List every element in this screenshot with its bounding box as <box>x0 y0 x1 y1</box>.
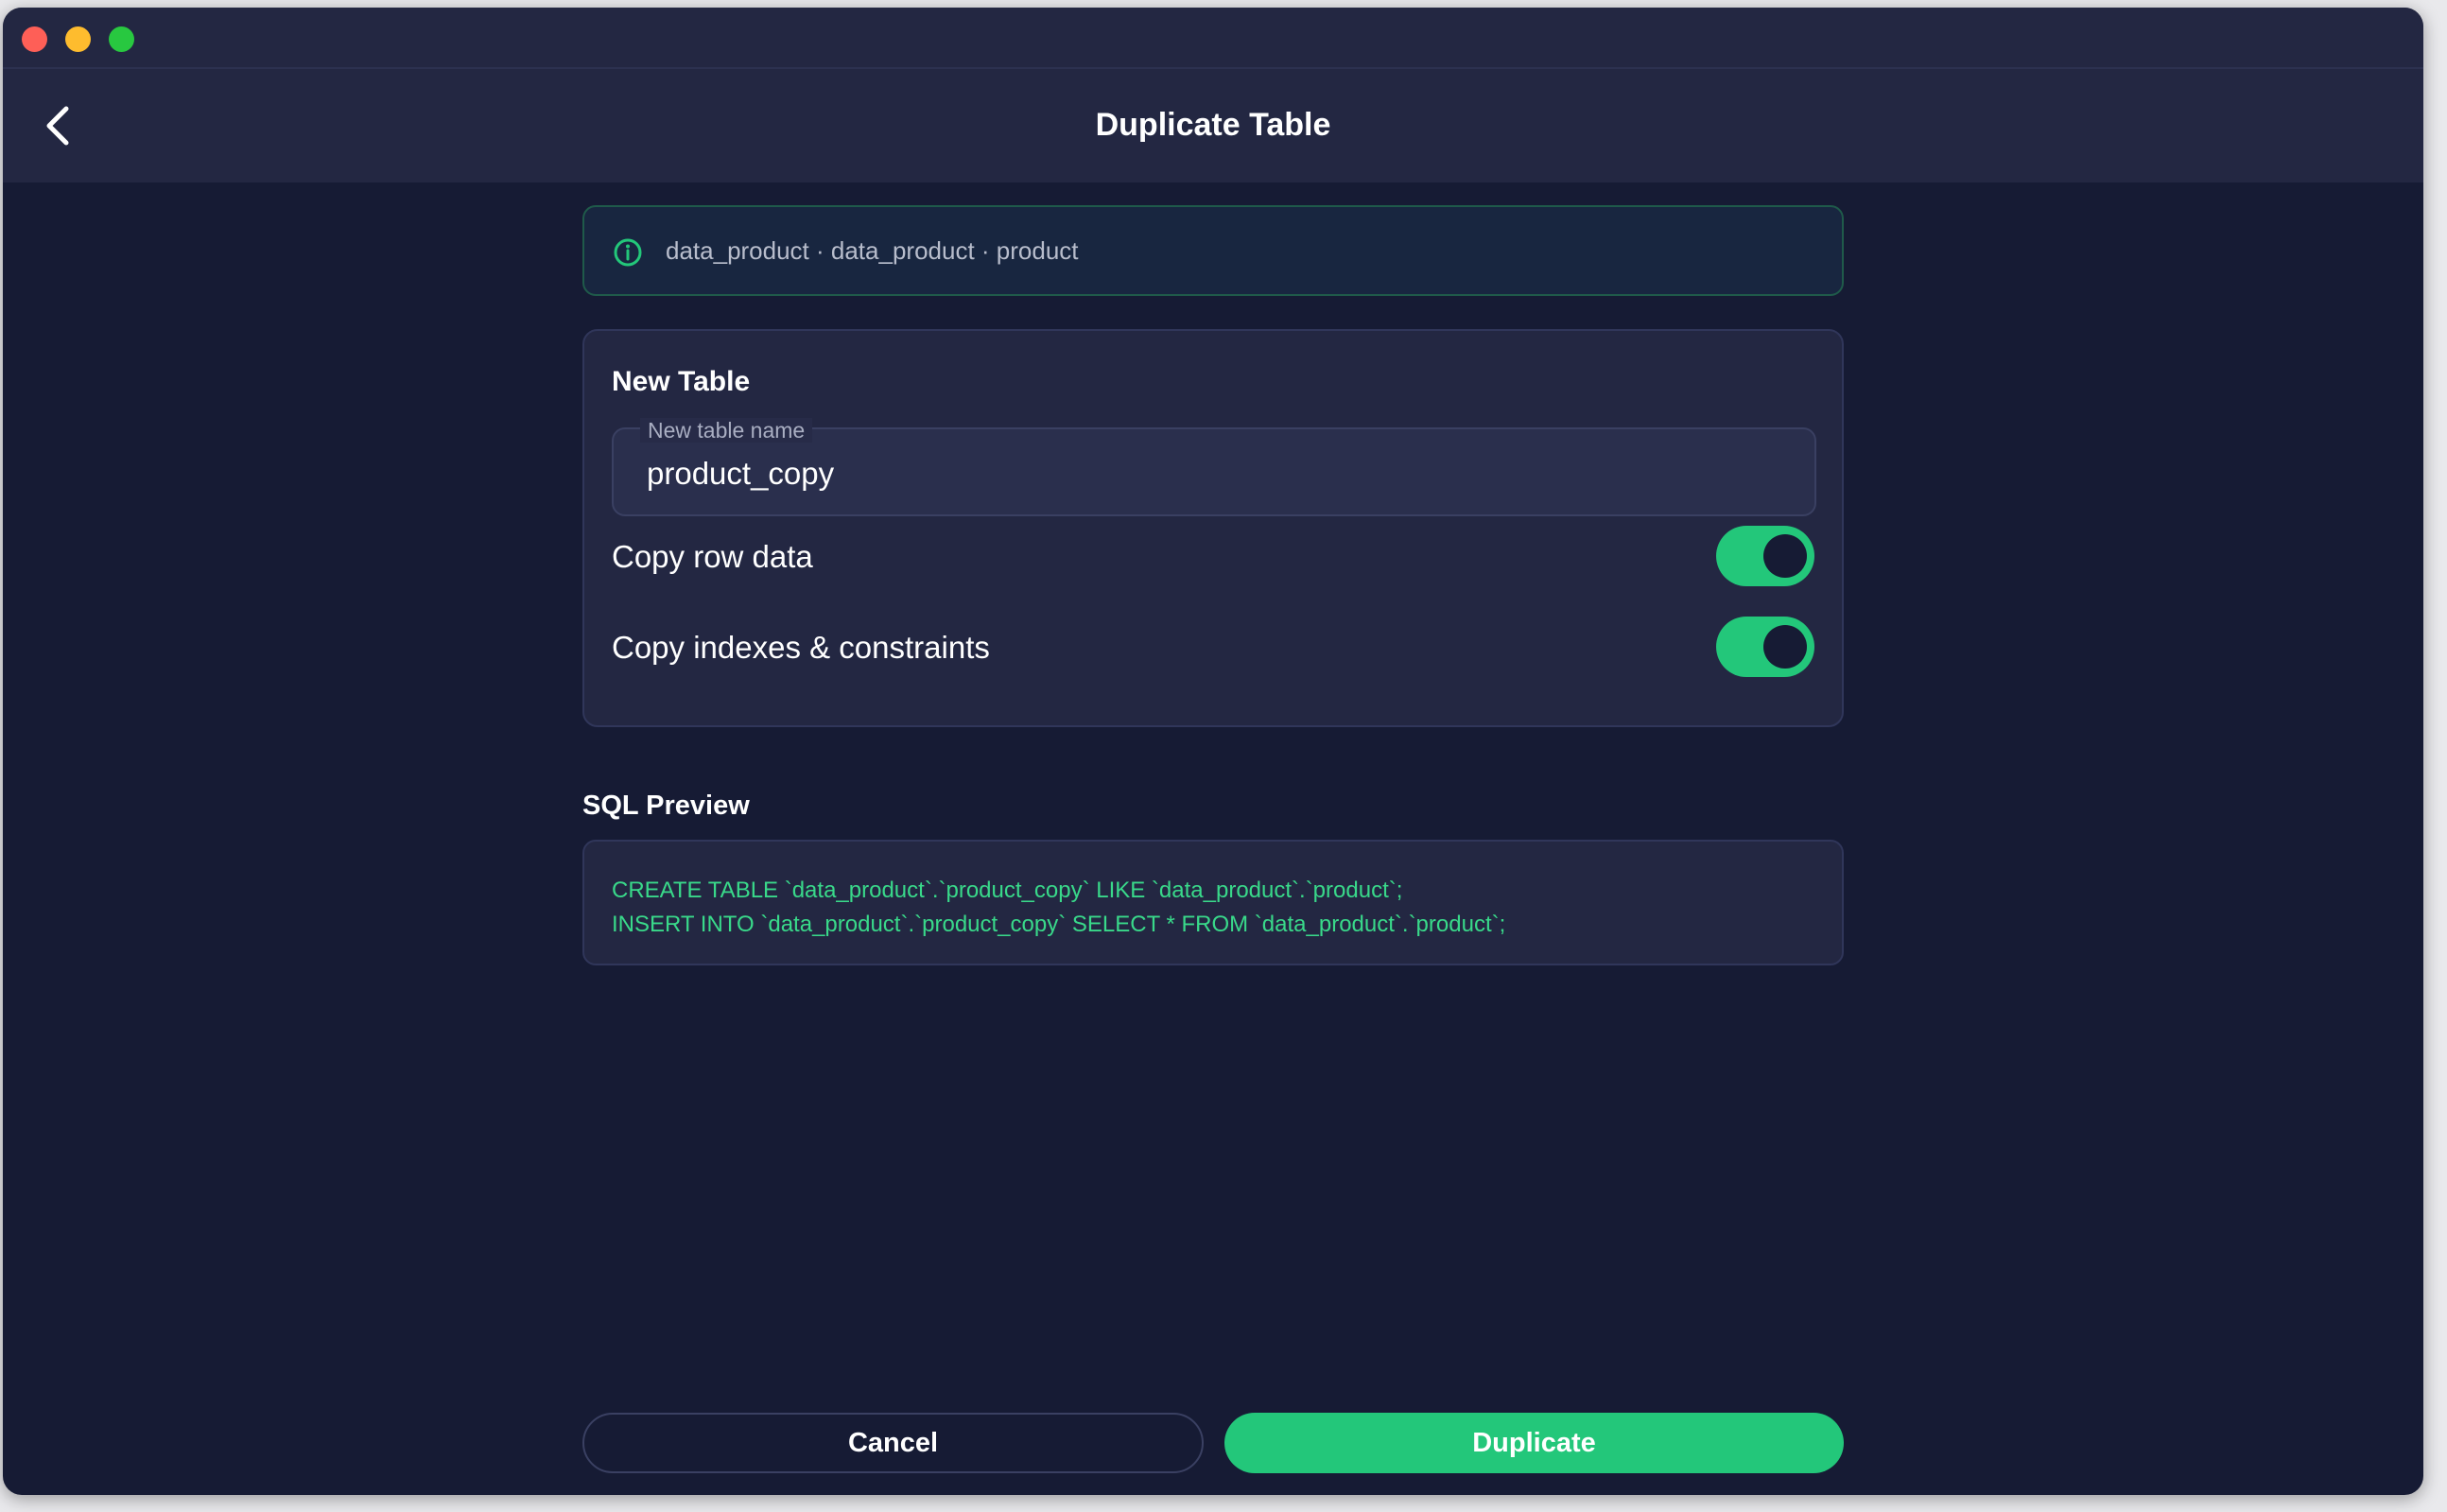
duplicate-button[interactable]: Duplicate <box>1224 1413 1844 1473</box>
page-header: Duplicate Table <box>3 69 2423 182</box>
source-path-text: data_product · data_product · product <box>666 236 1079 265</box>
new-table-card: New Table New table name Copy row data C… <box>582 329 1844 727</box>
new-table-name-label: New table name <box>640 418 813 443</box>
copy-row-data-row: Copy row data <box>612 526 1816 588</box>
copy-row-data-label: Copy row data <box>612 539 813 574</box>
copy-indexes-label: Copy indexes & constraints <box>612 630 990 665</box>
source-path-banner: data_product · data_product · product <box>582 205 1844 296</box>
sql-preview-title: SQL Preview <box>582 791 750 821</box>
copy-indexes-row: Copy indexes & constraints <box>612 617 1816 679</box>
new-table-title: New Table <box>612 366 751 397</box>
new-table-name-input[interactable] <box>647 456 1762 492</box>
copy-indexes-toggle[interactable] <box>1716 617 1814 677</box>
toggle-knob <box>1763 534 1807 578</box>
new-table-name-field[interactable]: New table name <box>612 418 1816 516</box>
info-circle-icon <box>614 238 642 267</box>
cancel-button[interactable]: Cancel <box>582 1413 1204 1473</box>
minimize-window-button[interactable] <box>65 26 91 52</box>
zoom-window-button[interactable] <box>109 26 134 52</box>
title-bar <box>3 8 2423 69</box>
page-title: Duplicate Table <box>1095 107 1331 143</box>
toggle-knob <box>1763 625 1807 669</box>
copy-row-data-toggle[interactable] <box>1716 526 1814 586</box>
app-window: Duplicate Table data_product · data_prod… <box>3 8 2423 1495</box>
sql-line: CREATE TABLE `data_product`.`product_cop… <box>612 878 1403 903</box>
close-window-button[interactable] <box>22 26 47 52</box>
sql-preview-box: CREATE TABLE `data_product`.`product_cop… <box>582 840 1844 965</box>
sql-line: INSERT INTO `data_product`.`product_copy… <box>612 912 1506 937</box>
